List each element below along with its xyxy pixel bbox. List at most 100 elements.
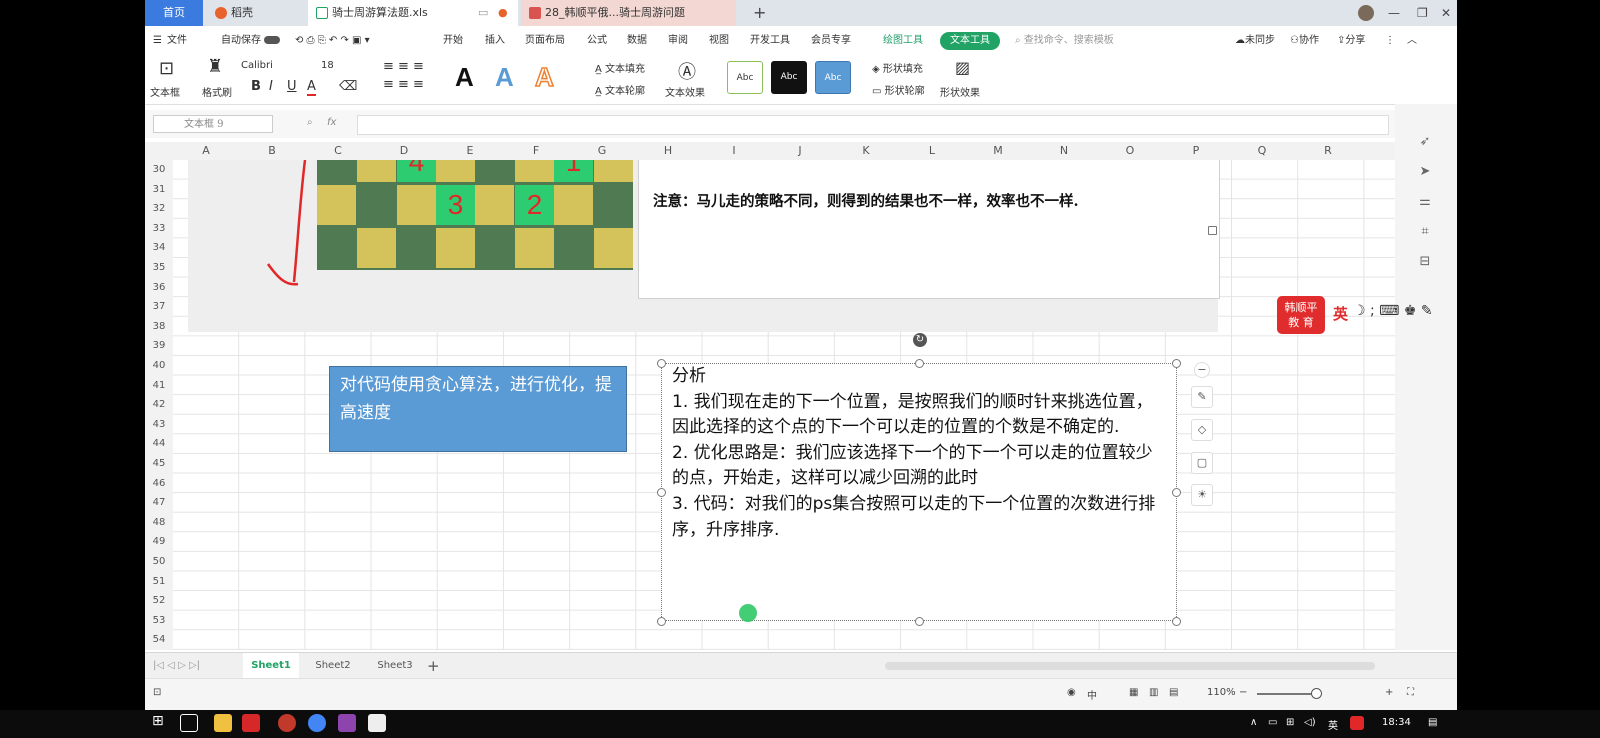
hamburger-icon[interactable]: ☰ bbox=[153, 28, 162, 54]
col-j[interactable]: J bbox=[767, 142, 833, 160]
row-38[interactable]: 38 bbox=[145, 321, 173, 332]
input-mode[interactable]: 中 bbox=[1087, 687, 1097, 702]
tray-lang[interactable]: 英 bbox=[1328, 717, 1338, 732]
col-i[interactable]: I bbox=[701, 142, 767, 160]
sheet-tab-1[interactable]: Sheet1 bbox=[243, 653, 299, 679]
collapse-tool-icon[interactable]: − bbox=[1194, 362, 1210, 378]
fx-icon[interactable]: fx bbox=[327, 117, 336, 128]
italic-button[interactable]: I bbox=[269, 79, 273, 94]
format-painter-icon[interactable]: ♜ bbox=[207, 56, 223, 77]
tab-doc[interactable]: 28_韩顺平俄...骑士周游问题 bbox=[521, 0, 736, 26]
col-k[interactable]: K bbox=[833, 142, 899, 160]
col-l[interactable]: L bbox=[899, 142, 965, 160]
more-icon[interactable]: ⋮ bbox=[1385, 28, 1395, 54]
collab-button[interactable]: ⚇协作 bbox=[1290, 28, 1319, 54]
text-effect-button[interactable]: 文本效果 bbox=[665, 84, 705, 99]
note-textbox[interactable]: 注意：马儿走的策略不同，则得到的结果也不一样，效率也不一样. bbox=[638, 160, 1220, 299]
row-30[interactable]: 30 bbox=[145, 164, 173, 175]
col-p[interactable]: P bbox=[1163, 142, 1229, 160]
horizontal-scrollbar[interactable] bbox=[885, 662, 1375, 670]
align-icons[interactable]: ≡ ≡ ≡ ≡ ≡ ≡ bbox=[383, 58, 424, 94]
zoom-level[interactable]: 110% bbox=[1207, 687, 1236, 698]
close-icon[interactable]: ✕ bbox=[1441, 0, 1451, 26]
text-style-black[interactable]: A bbox=[455, 62, 474, 93]
eraser-icon[interactable]: ⌫ bbox=[339, 79, 357, 94]
sheet-tab-3[interactable]: Sheet3 bbox=[367, 653, 423, 679]
zoom-in-button[interactable]: + bbox=[1385, 687, 1393, 698]
unsynced-button[interactable]: ☁未同步 bbox=[1235, 28, 1275, 54]
textbox-icon[interactable]: ⊡ bbox=[159, 58, 174, 79]
shape-style-black[interactable]: Abc bbox=[771, 61, 807, 94]
col-b[interactable]: B bbox=[239, 142, 305, 160]
resize-handle[interactable] bbox=[657, 359, 666, 368]
col-f[interactable]: F bbox=[503, 142, 569, 160]
macro-icon[interactable]: ⊡ bbox=[153, 687, 161, 698]
app-x-icon[interactable] bbox=[242, 714, 260, 732]
row-53[interactable]: 53 bbox=[145, 615, 173, 626]
menu-start[interactable]: 开始 bbox=[443, 28, 463, 54]
quick-access-icons[interactable]: ⟲ ⎙ ⎘ ↶ ↷ ▣ ▾ bbox=[295, 28, 370, 54]
sliders-icon[interactable]: ⚌ bbox=[1417, 194, 1433, 210]
menu-dev[interactable]: 开发工具 bbox=[750, 28, 790, 54]
col-n[interactable]: N bbox=[1031, 142, 1097, 160]
menu-layout[interactable]: 页面布局 bbox=[525, 28, 565, 54]
new-tab-button[interactable]: + bbox=[753, 0, 766, 26]
minimize-icon[interactable]: — bbox=[1388, 0, 1400, 26]
task-view-icon[interactable] bbox=[180, 714, 198, 732]
font-size-select[interactable]: 18 bbox=[321, 60, 334, 71]
row-51[interactable]: 51 bbox=[145, 576, 173, 587]
sogou-icon[interactable] bbox=[1350, 716, 1364, 730]
save-icon[interactable]: ⊟ bbox=[1417, 254, 1433, 270]
row-34[interactable]: 34 bbox=[145, 242, 173, 253]
analysis-textbox[interactable]: 分析 1. 我们现在走的下一个位置，是按照我们的顺时针来挑选位置，因此选择的这个… bbox=[661, 363, 1177, 621]
col-a[interactable]: A bbox=[173, 142, 239, 160]
tab-xls[interactable]: 骑士周游算法题.xls ▭ ● bbox=[308, 0, 518, 26]
menu-review[interactable]: 审阅 bbox=[668, 28, 688, 54]
volume-icon[interactable]: ◁) bbox=[1304, 717, 1316, 728]
folder-icon[interactable] bbox=[214, 714, 232, 732]
menu-insert[interactable]: 插入 bbox=[485, 28, 505, 54]
zoom-out-button[interactable]: − bbox=[1239, 687, 1247, 698]
add-sheet-button[interactable]: + bbox=[427, 653, 440, 679]
row-32[interactable]: 32 bbox=[145, 203, 173, 214]
share-button[interactable]: ⇪分享 bbox=[1337, 28, 1365, 54]
fill-icon[interactable]: ◇ bbox=[1191, 419, 1213, 441]
col-g[interactable]: G bbox=[569, 142, 635, 160]
menu-member[interactable]: 会员专享 bbox=[811, 28, 851, 54]
resize-handle[interactable] bbox=[1172, 359, 1181, 368]
ide-icon[interactable] bbox=[338, 714, 356, 732]
ime-toolbar-icons[interactable]: ☽ ; ⌨ ♚ ✎ bbox=[1353, 303, 1433, 319]
text-style-blue[interactable]: A bbox=[495, 62, 514, 93]
frame-icon[interactable]: ▢ bbox=[1191, 452, 1213, 474]
row-52[interactable]: 52 bbox=[145, 595, 173, 606]
sheet-nav-icons[interactable]: |◁ ◁ ▷ ▷| bbox=[153, 653, 200, 679]
row-39[interactable]: 39 bbox=[145, 340, 173, 351]
textbox-button[interactable]: 文本框 bbox=[150, 84, 180, 99]
tray-up-icon[interactable]: ∧ bbox=[1250, 717, 1257, 728]
row-46[interactable]: 46 bbox=[145, 478, 173, 489]
row-31[interactable]: 31 bbox=[145, 184, 173, 195]
col-c[interactable]: C bbox=[305, 142, 371, 160]
col-r[interactable]: R bbox=[1295, 142, 1361, 160]
format-painter-button[interactable]: 格式刷 bbox=[202, 84, 232, 99]
bold-button[interactable]: B bbox=[251, 79, 261, 94]
record-icon[interactable] bbox=[278, 714, 296, 732]
resize-handle[interactable] bbox=[915, 359, 924, 368]
row-35[interactable]: 35 bbox=[145, 262, 173, 273]
row-54[interactable]: 54 bbox=[145, 634, 173, 645]
normal-view-icon[interactable]: ▦ bbox=[1129, 687, 1138, 698]
col-o[interactable]: O bbox=[1097, 142, 1163, 160]
resize-handle[interactable] bbox=[915, 617, 924, 626]
sheet-tab-2[interactable]: Sheet2 bbox=[305, 653, 361, 679]
menu-text-tools[interactable]: 文本工具 bbox=[940, 32, 1000, 50]
row-45[interactable]: 45 bbox=[145, 458, 173, 469]
text-fill-button[interactable]: A̲ 文本填充 bbox=[595, 60, 645, 75]
row-48[interactable]: 48 bbox=[145, 517, 173, 528]
crop-icon[interactable]: ⌗ bbox=[1417, 224, 1433, 240]
col-h[interactable]: H bbox=[635, 142, 701, 160]
font-color-button[interactable]: A bbox=[307, 79, 316, 96]
autosave-toggle[interactable]: 自动保存 bbox=[221, 28, 280, 54]
tab-home[interactable]: 首页 bbox=[145, 0, 203, 26]
resize-handle[interactable] bbox=[657, 617, 666, 626]
row-50[interactable]: 50 bbox=[145, 556, 173, 567]
